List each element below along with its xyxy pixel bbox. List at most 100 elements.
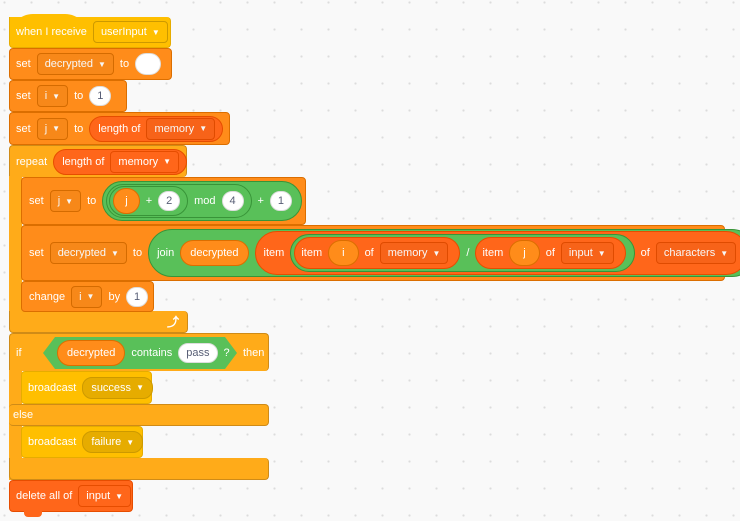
set-label: set [16, 122, 31, 135]
contains-label: contains [131, 347, 173, 359]
list-dropdown[interactable]: input ▼ [560, 242, 614, 264]
set-i-block[interactable]: set i ▼ to 1 [9, 80, 127, 112]
to-label: to [74, 90, 84, 102]
variable-dropdown[interactable]: i ▼ [71, 285, 103, 308]
list-dropdown[interactable]: input ▼ [78, 485, 132, 507]
message-value: failure [91, 436, 122, 448]
variable-reporter-decrypted[interactable]: decrypted [180, 240, 249, 266]
list-dropdown[interactable]: characters ▼ [655, 242, 737, 264]
add-operator-inner[interactable]: j + 2 [109, 186, 189, 216]
variable-value: i [79, 290, 82, 303]
broadcast-success-block[interactable]: broadcast success ▼ [21, 371, 153, 404]
caret-down-icon: ▼ [65, 196, 74, 206]
broadcast-failure-block[interactable]: broadcast failure ▼ [21, 426, 144, 458]
plus-label: + [257, 195, 264, 207]
variable-value: i [44, 90, 48, 102]
variable-value: j [44, 122, 48, 135]
caret-down-icon: ▼ [163, 157, 172, 166]
list-value: memory [387, 247, 428, 259]
to-label: to [132, 247, 143, 259]
variable-dropdown[interactable]: j ▼ [49, 190, 82, 212]
message-value: success [91, 381, 132, 394]
item-of-characters-reporter[interactable]: item item i of memory ▼ / item j of input… [254, 231, 740, 275]
by-label: by [108, 290, 121, 303]
else-label: else [13, 409, 34, 421]
to-label: to [119, 58, 130, 70]
number-input[interactable]: 4 [221, 191, 244, 211]
value-input[interactable]: 1 [126, 286, 149, 307]
value-input[interactable] [135, 53, 162, 75]
question-label: ? [223, 347, 230, 359]
message-dropdown[interactable]: failure ▼ [82, 431, 144, 453]
to-label: to [74, 122, 84, 135]
caret-down-icon: ▼ [98, 59, 106, 69]
mod-operator[interactable]: j + 2 mod 4 [106, 184, 252, 218]
length-of-label: length of [98, 122, 141, 135]
repeat-bottom: ⤴ [9, 311, 188, 333]
change-i-block[interactable]: change i ▼ by 1 [21, 281, 154, 312]
set-label: set [16, 90, 31, 102]
caret-down-icon: ▼ [126, 437, 135, 447]
number-input[interactable]: 1 [269, 191, 292, 211]
divide-operator[interactable]: item i of memory ▼ / item j of input ▼ [290, 234, 635, 272]
item-of-memory-reporter[interactable]: item i of memory ▼ [294, 237, 461, 269]
variable-reporter-i[interactable]: i [328, 240, 359, 266]
delete-all-of-label: delete all of [16, 490, 73, 502]
list-value: input [568, 247, 593, 259]
message-dropdown[interactable]: userInput ▼ [92, 21, 168, 43]
variable-reporter-j[interactable]: j [509, 240, 540, 266]
length-of-reporter[interactable]: length of memory ▼ [53, 148, 188, 175]
change-label: change [29, 290, 66, 303]
item-of-input-reporter[interactable]: item j of input ▼ [475, 237, 626, 269]
repeat-block[interactable]: repeat length of memory ▼ [9, 145, 188, 177]
plus-label: + [145, 195, 153, 207]
when-i-receive-label: when I receive [16, 26, 87, 38]
message-dropdown[interactable]: success ▼ [82, 376, 153, 399]
set-label: set [29, 195, 44, 207]
item-label: item [263, 247, 285, 259]
block-bottom-notch [24, 511, 42, 517]
else-bar: else [9, 404, 269, 426]
set-j-block[interactable]: set j ▼ to length of memory ▼ [9, 112, 230, 145]
of-label: of [640, 247, 650, 259]
divide-label: / [466, 247, 470, 259]
contains-operator[interactable]: decrypted contains pass ? [43, 337, 237, 369]
list-dropdown[interactable]: memory ▼ [379, 242, 449, 264]
variable-reporter-j[interactable]: j [113, 188, 140, 214]
broadcast-label: broadcast [28, 436, 77, 448]
mod-label: mod [194, 195, 216, 207]
to-label: to [87, 195, 97, 207]
set-label: set [16, 58, 31, 70]
list-dropdown[interactable]: memory ▼ [146, 117, 216, 140]
number-input[interactable]: 2 [158, 191, 181, 211]
value-input[interactable]: 1 [89, 86, 112, 106]
caret-down-icon: ▼ [432, 248, 441, 258]
list-value: memory [154, 122, 195, 135]
add-operator[interactable]: j + 2 mod 4 + 1 [102, 181, 302, 221]
set-decrypted-join-block[interactable]: set decrypted ▼ to join decrypted item it… [21, 225, 740, 281]
variable-value: j [57, 195, 61, 207]
delete-all-of-block[interactable]: delete all of input ▼ [9, 480, 133, 512]
item-label: item [301, 247, 323, 259]
join-operator[interactable]: join decrypted item item i of memory ▼ / … [148, 229, 740, 277]
variable-dropdown[interactable]: i ▼ [36, 85, 69, 107]
set-decrypted-block[interactable]: set decrypted ▼ to [9, 48, 172, 80]
message-value: userInput [100, 26, 147, 38]
join-label: join [157, 247, 175, 259]
length-of-reporter[interactable]: length of memory ▼ [89, 115, 224, 142]
variable-dropdown[interactable]: j ▼ [36, 117, 69, 140]
list-dropdown[interactable]: memory ▼ [110, 150, 180, 173]
if-label: if [16, 346, 22, 359]
variable-reporter-decrypted[interactable]: decrypted [57, 340, 125, 366]
variable-dropdown[interactable]: decrypted ▼ [49, 242, 127, 264]
list-value: memory [118, 155, 159, 168]
variable-dropdown[interactable]: decrypted ▼ [36, 53, 114, 75]
of-label: of [545, 247, 555, 259]
set-j-mod-block[interactable]: set j ▼ to j + 2 mod 4 + 1 [21, 177, 306, 225]
set-label: set [29, 247, 44, 259]
caret-down-icon: ▼ [111, 248, 119, 258]
text-input[interactable]: pass [178, 343, 217, 363]
if-else-bottom [9, 458, 269, 480]
when-i-receive-block[interactable]: when I receive userInput ▼ [9, 17, 171, 48]
then-label: then [243, 347, 265, 359]
